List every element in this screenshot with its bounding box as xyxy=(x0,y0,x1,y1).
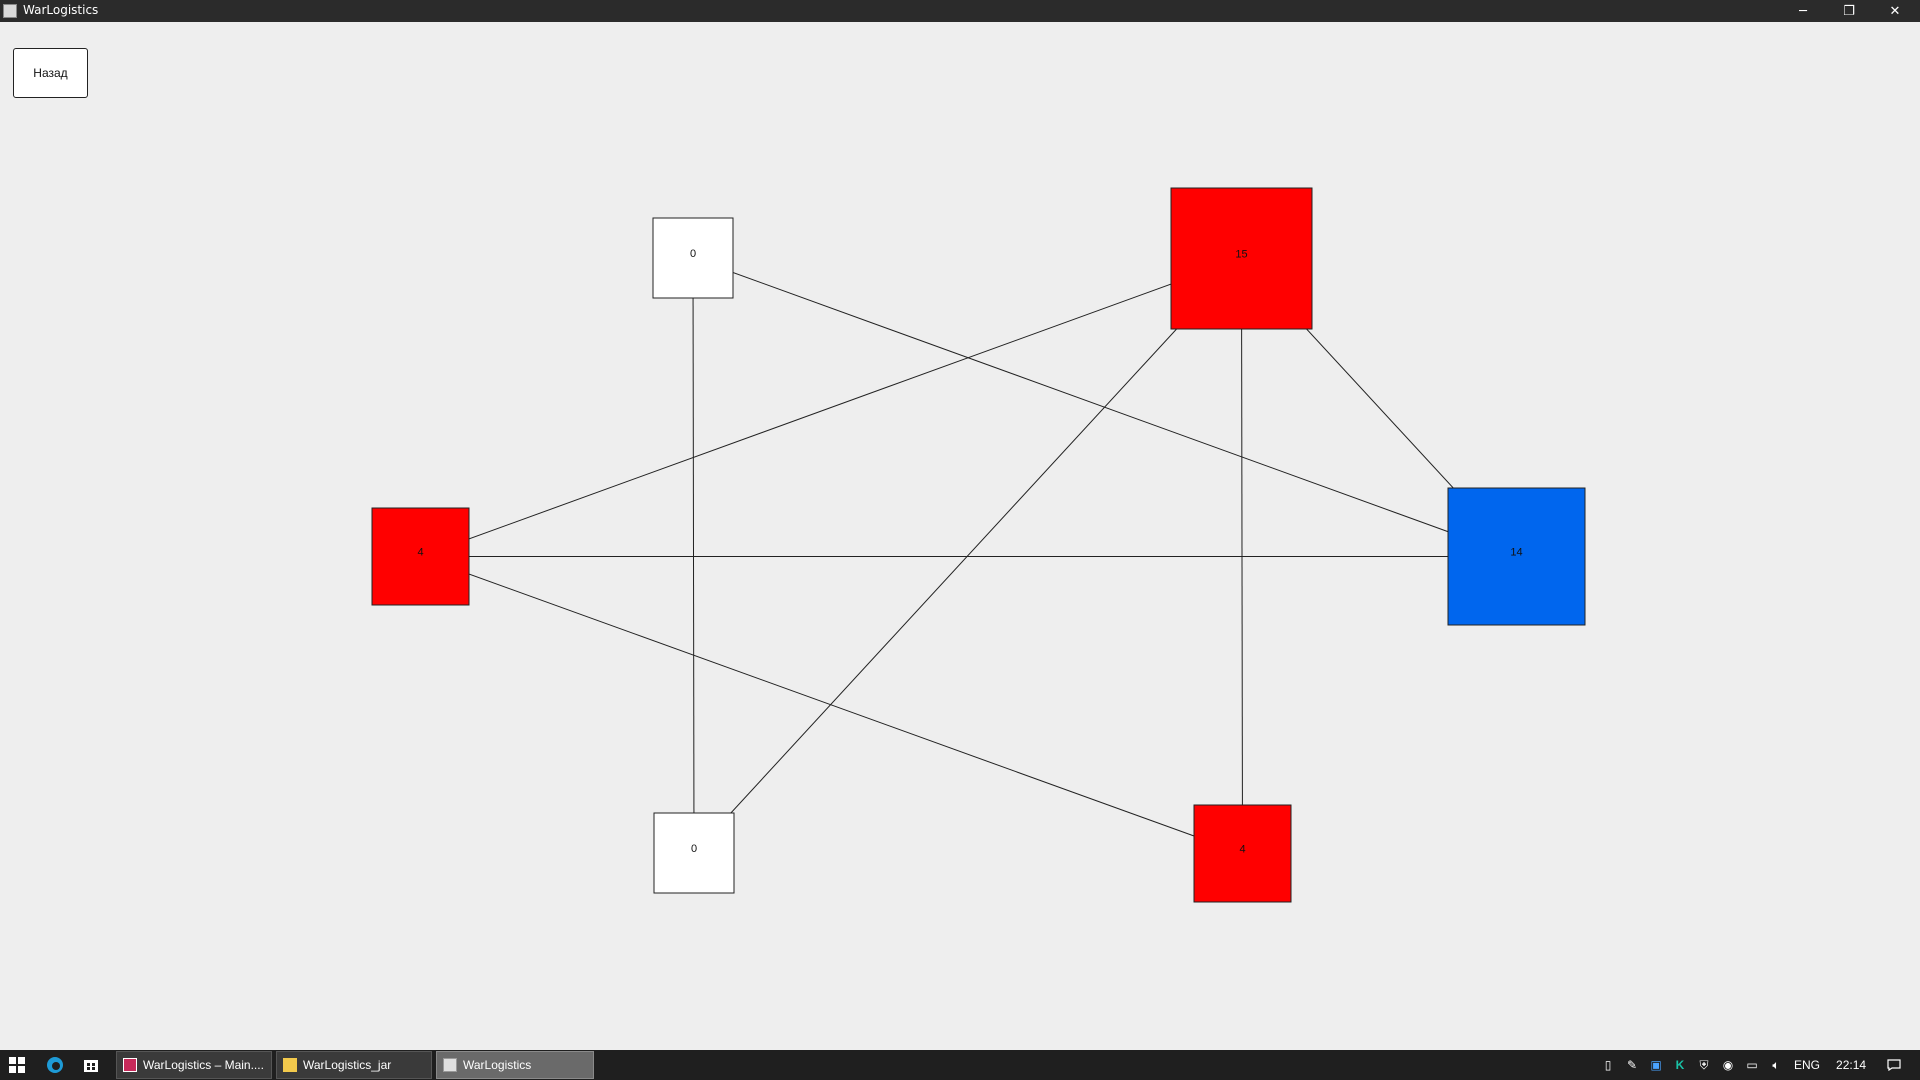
app-icon xyxy=(3,4,17,18)
store-icon[interactable] xyxy=(74,1050,108,1080)
graph-panel: Назад 0 15 4 14 0 4 xyxy=(0,22,1920,1050)
folder-icon xyxy=(283,1058,297,1072)
edge-browser-icon[interactable] xyxy=(38,1050,72,1080)
security-icon[interactable]: ⛨ xyxy=(1696,1057,1712,1073)
minimize-button[interactable]: ─ xyxy=(1780,0,1826,22)
window-title-bar: WarLogistics ─ ❐ ✕ xyxy=(0,0,1920,22)
app-tray-icon[interactable]: ▣ xyxy=(1648,1057,1664,1073)
taskbar-item-label: WarLogistics – Main.... xyxy=(143,1058,264,1072)
graph-node-top-left[interactable]: 0 xyxy=(652,217,734,299)
graph-edge-left-bottom-right xyxy=(420,556,1243,854)
taskbar: WarLogistics – Main.... WarLogistics_jar… xyxy=(0,1050,1920,1080)
graph-node-top-right[interactable]: 15 xyxy=(1170,187,1313,330)
taskbar-item-warlogistics[interactable]: WarLogistics xyxy=(436,1051,594,1079)
language-indicator[interactable]: ENG xyxy=(1794,1058,1820,1072)
system-tray: ▯ ✎ ▣ K ⛨ ◉ ▭ 🔈︎ ENG 22:14 xyxy=(1596,1050,1906,1080)
intellij-icon xyxy=(123,1058,137,1072)
graph-node-bottom-right[interactable]: 4 xyxy=(1193,804,1292,903)
pen-icon[interactable]: ✎ xyxy=(1624,1057,1640,1073)
window-title: WarLogistics xyxy=(23,3,99,17)
graph-canvas: 0 15 4 14 0 4 xyxy=(371,187,1586,903)
node-value-label: 0 xyxy=(691,843,697,855)
node-value-label: 4 xyxy=(417,546,423,558)
node-value-label: 15 xyxy=(1235,248,1247,260)
graph-node-right[interactable]: 14 xyxy=(1447,487,1586,626)
node-value-label: 4 xyxy=(1239,843,1245,855)
vpn-icon[interactable]: ◉ xyxy=(1720,1057,1736,1073)
k-app-icon[interactable]: K xyxy=(1672,1057,1688,1073)
volume-icon[interactable]: 🔈︎ xyxy=(1768,1057,1784,1073)
graph-node-left[interactable]: 4 xyxy=(371,507,470,606)
taskbar-item-label: WarLogistics xyxy=(463,1058,532,1072)
taskbar-item-label: WarLogistics_jar xyxy=(303,1058,392,1072)
graph-edge-top-right-bottom-left xyxy=(693,258,1242,854)
notifications-icon[interactable] xyxy=(1886,1057,1902,1073)
clock[interactable]: 22:14 xyxy=(1836,1058,1866,1072)
network-icon[interactable]: ▭ xyxy=(1744,1057,1760,1073)
graph-edge-top-right-left xyxy=(420,258,1242,557)
taskbar-item-intellij[interactable]: WarLogistics – Main.... xyxy=(116,1051,272,1079)
usb-icon[interactable]: ▯ xyxy=(1600,1057,1616,1073)
node-value-label: 0 xyxy=(690,248,696,260)
java-app-icon xyxy=(443,1058,457,1072)
windows-start-icon[interactable] xyxy=(0,1050,34,1080)
close-button[interactable]: ✕ xyxy=(1872,0,1918,22)
graph-node-bottom-left[interactable]: 0 xyxy=(653,812,735,894)
restore-button[interactable]: ❐ xyxy=(1826,0,1872,22)
graph-edge-top-left-bottom-left xyxy=(692,257,695,854)
node-value-label: 14 xyxy=(1510,546,1522,558)
taskbar-item-folder[interactable]: WarLogistics_jar xyxy=(276,1051,432,1079)
